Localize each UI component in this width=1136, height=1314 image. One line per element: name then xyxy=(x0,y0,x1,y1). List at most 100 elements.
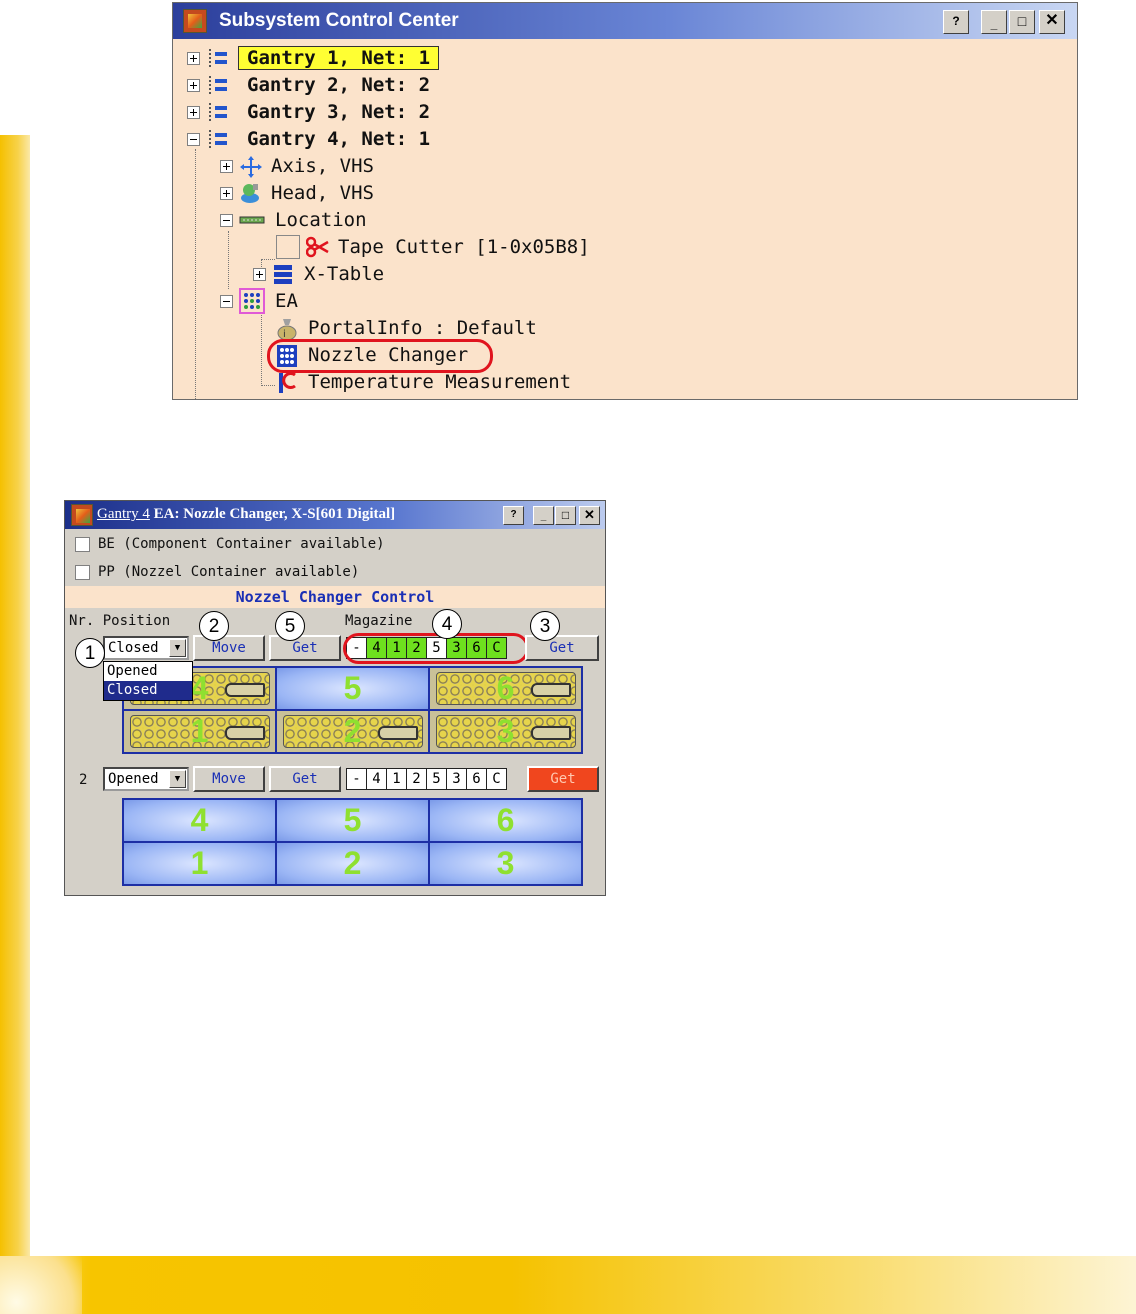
nozzle-slot-6[interactable]: 6 xyxy=(430,800,581,841)
dropdown-option-closed[interactable]: Closed xyxy=(104,681,192,700)
chevron-down-icon[interactable]: ▼ xyxy=(169,770,186,788)
magazine-highlight-circle xyxy=(343,633,529,664)
nozzle-slot-3[interactable]: 3 xyxy=(430,843,581,884)
tree-item-gantry-1[interactable]: Gantry 1, Net: 1 xyxy=(187,45,440,71)
nozzle-slot-3[interactable]: 3 xyxy=(430,711,581,752)
expand-icon[interactable] xyxy=(187,78,200,92)
close-button[interactable]: ✕ xyxy=(579,506,600,525)
be-checkbox-row[interactable]: BE (Component Container available) xyxy=(75,536,385,552)
gantry-link[interactable]: Gantry 4 xyxy=(97,506,150,522)
expand-icon[interactable] xyxy=(220,159,233,173)
nr-position-label: Nr. Position xyxy=(69,613,171,629)
get-magazine-button-1[interactable]: Get xyxy=(525,635,599,661)
magazine-cell[interactable]: 6 xyxy=(466,768,487,790)
tree-connector xyxy=(261,311,262,386)
gantry-icon xyxy=(206,47,228,69)
callout-badge-4: 4 xyxy=(432,609,462,639)
nozzle-slot-1[interactable]: 1 xyxy=(124,711,275,752)
magazine-cell[interactable]: 5 xyxy=(426,768,447,790)
magazine-cell[interactable]: C xyxy=(486,768,507,790)
title-bar: Gantry 4 EA: Nozzle Changer, X-S[601 Dig… xyxy=(65,501,605,529)
nozzle-slot-6[interactable]: 6 xyxy=(430,668,581,709)
nozzle-slot-5[interactable]: 5 xyxy=(277,800,428,841)
nozzle-slot-2[interactable]: 2 xyxy=(277,843,428,884)
magazine-cell[interactable]: 3 xyxy=(446,768,467,790)
tree-item-gantry-4[interactable]: Gantry 4, Net: 1 xyxy=(187,126,430,152)
nozzle-slot-4[interactable]: 4 xyxy=(124,800,275,841)
position-dropdown-list: Opened Closed xyxy=(103,661,193,701)
expand-icon[interactable] xyxy=(187,51,200,65)
minimize-button[interactable]: _ xyxy=(981,10,1007,34)
position-select-1[interactable]: Closed ▼ xyxy=(103,636,189,660)
gantry-icon xyxy=(206,101,228,123)
pp-checkbox-label: PP (Nozzel Container available) xyxy=(98,564,360,580)
axis-arrows-icon xyxy=(239,155,262,178)
move-button-1[interactable]: Move xyxy=(193,635,265,661)
tree-item-label: EA xyxy=(275,290,298,312)
tree-item-tape-cutter[interactable]: Tape Cutter [1-0x05B8] xyxy=(276,234,590,260)
footer-glow xyxy=(0,1256,82,1314)
head-icon xyxy=(239,182,261,204)
window-title-text: EA: Nozzle Changer, X-S[601 Digital] xyxy=(149,506,396,522)
tree-item-location[interactable]: Location xyxy=(220,207,367,233)
help-button[interactable]: ? xyxy=(943,10,969,34)
tree-item-label: Tape Cutter [1-0x05B8] xyxy=(338,236,590,258)
chevron-down-icon[interactable]: ▼ xyxy=(169,639,186,657)
tree-item-ea[interactable]: EA xyxy=(220,288,298,314)
close-icon: ✕ xyxy=(1045,12,1059,29)
help-icon: ? xyxy=(952,14,960,28)
pp-checkbox-row[interactable]: PP (Nozzel Container available) xyxy=(75,564,359,580)
tree-item-head[interactable]: Head, VHS xyxy=(220,180,374,206)
yellow-side-bar xyxy=(0,135,30,1257)
callout-badge-5: 5 xyxy=(275,611,305,641)
minimize-button[interactable]: _ xyxy=(533,506,554,525)
move-button-2[interactable]: Move xyxy=(193,766,265,792)
help-button[interactable]: ? xyxy=(503,506,524,525)
tree-item-portal-info[interactable]: i PortalInfo : Default xyxy=(276,315,537,341)
be-checkbox[interactable] xyxy=(75,536,90,552)
tree-connector xyxy=(261,259,275,260)
nozzle-changer-highlight-circle xyxy=(267,339,493,373)
expand-icon[interactable] xyxy=(253,267,266,281)
maximize-button[interactable]: □ xyxy=(1009,10,1035,34)
magazine-cell[interactable]: 4 xyxy=(366,768,387,790)
tree-item-x-table[interactable]: X-Table xyxy=(253,261,384,287)
tree-connector xyxy=(228,231,229,289)
tree-item-gantry-2[interactable]: Gantry 2, Net: 2 xyxy=(187,72,430,98)
get-button-2[interactable]: Get xyxy=(269,766,341,792)
magazine-cell[interactable]: - xyxy=(346,768,367,790)
x-table-icon xyxy=(272,263,294,285)
close-icon: ✕ xyxy=(584,507,595,522)
tree-connector xyxy=(195,149,196,399)
collapse-icon[interactable] xyxy=(220,213,233,227)
nozzle-slot-1[interactable]: 1 xyxy=(124,843,275,884)
pp-checkbox[interactable] xyxy=(75,564,90,580)
maximize-button[interactable]: □ xyxy=(555,506,576,525)
expand-icon[interactable] xyxy=(220,186,233,200)
get-button-1[interactable]: Get xyxy=(269,635,341,661)
tree-item-axis[interactable]: Axis, VHS xyxy=(220,153,374,179)
magazine-cell[interactable]: 2 xyxy=(406,768,427,790)
collapse-icon[interactable] xyxy=(220,294,233,308)
ea-icon xyxy=(239,288,265,314)
be-checkbox-label: BE (Component Container available) xyxy=(98,536,385,552)
close-button[interactable]: ✕ xyxy=(1039,10,1065,34)
nozzle-slot-5[interactable]: 5 xyxy=(277,668,428,709)
callout-badge-3: 3 xyxy=(530,611,560,641)
tree-item-label: Gantry 2, Net: 2 xyxy=(247,74,431,96)
nozzle-changer-window: Gantry 4 EA: Nozzle Changer, X-S[601 Dig… xyxy=(64,500,606,896)
tree-item-label: Gantry 1, Net: 1 xyxy=(238,46,440,70)
tree-item-label: PortalInfo : Default xyxy=(308,317,537,339)
get-magazine-button-2[interactable]: Get xyxy=(527,766,599,792)
magazine-cell[interactable]: 1 xyxy=(386,768,407,790)
expand-icon[interactable] xyxy=(187,105,200,119)
magazine-cells-2: - 4 1 2 5 3 6 C xyxy=(346,768,507,790)
nozzle-slot-2[interactable]: 2 xyxy=(277,711,428,752)
tree-item-gantry-3[interactable]: Gantry 3, Net: 2 xyxy=(187,99,430,125)
position-select-2[interactable]: Opened ▼ xyxy=(103,767,189,791)
location-icon xyxy=(239,209,265,231)
dropdown-option-opened[interactable]: Opened xyxy=(104,662,192,681)
tree-item-label: Head, VHS xyxy=(271,182,374,204)
help-icon: ? xyxy=(510,509,517,520)
collapse-icon[interactable] xyxy=(187,132,200,146)
